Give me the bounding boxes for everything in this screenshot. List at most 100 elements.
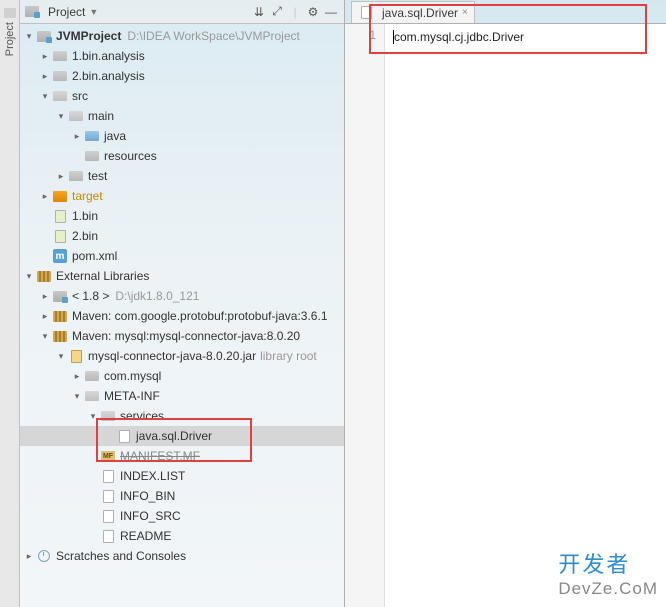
tree-item-label: Maven: mysql:mysql-connector-java:8.0.20 [72, 329, 300, 343]
tree-item-metainf[interactable]: ▾ META-INF [20, 386, 344, 406]
scratches-and-consoles[interactable]: ▸ Scratches and Consoles [20, 546, 344, 566]
tree-item[interactable]: ▸ 1.bin.analysis [20, 46, 344, 66]
tree-item-label: test [88, 169, 107, 183]
project-panel-header: Project ▼ ⇊ ⤢ | ⚙ — [20, 0, 344, 24]
tree-item-main[interactable]: ▾ main [20, 106, 344, 126]
folder-icon [84, 388, 100, 404]
tree-item-pom[interactable]: ▸ m pom.xml [20, 246, 344, 266]
tree-item-test[interactable]: ▸ test [20, 166, 344, 186]
tree-item-services[interactable]: ▾ services [20, 406, 344, 426]
jdk-path: D:\jdk1.8.0_121 [115, 289, 199, 303]
jar-label: mysql-connector-java-8.0.20.jar [88, 349, 256, 363]
tree-item-label: 2.bin.analysis [72, 69, 145, 83]
tree-item-label: 1.bin.analysis [72, 49, 145, 63]
tree-item-java[interactable]: ▸ java [20, 126, 344, 146]
maven-icon: m [52, 248, 68, 264]
dropdown-arrow-icon[interactable]: ▼ [89, 7, 98, 17]
chevron-down-icon[interactable]: ▾ [88, 411, 98, 421]
tree-item[interactable]: ▸ com.mysql [20, 366, 344, 386]
tree-item-label: com.mysql [104, 369, 161, 383]
editor-code[interactable]: com.mysql.cj.jdbc.Driver [385, 24, 666, 607]
hide-icon[interactable]: — [322, 3, 340, 21]
tree-item-label: INDEX.LIST [120, 469, 185, 483]
chevron-down-icon[interactable]: ▾ [40, 331, 50, 341]
locate-icon[interactable]: ⇊ [250, 3, 268, 21]
project-root-path: D:\IDEA WorkSpace\JVMProject [127, 29, 300, 43]
project-panel: Project ▼ ⇊ ⤢ | ⚙ — ▾ JVMProject D:\IDEA… [20, 0, 345, 607]
tree-item[interactable]: ▾ Maven: mysql:mysql-connector-java:8.0.… [20, 326, 344, 346]
project-stripe-icon [4, 8, 16, 18]
folder-icon [52, 68, 68, 84]
tree-item-label: java.sql.Driver [136, 429, 212, 443]
tree-item-label: 1.bin [72, 209, 98, 223]
project-tool-window-tab[interactable]: Project [0, 0, 20, 607]
tree-item-target[interactable]: ▸ target [20, 186, 344, 206]
chevron-down-icon[interactable]: ▾ [72, 391, 82, 401]
chevron-right-icon[interactable]: ▸ [72, 371, 82, 381]
tree-item-label: 2.bin [72, 229, 98, 243]
tree-item-label: resources [104, 149, 157, 163]
tree-item-label: src [72, 89, 88, 103]
tree-item-jdk[interactable]: ▸ < 1.8 > D:\jdk1.8.0_121 [20, 286, 344, 306]
chevron-down-icon[interactable]: ▾ [56, 111, 66, 121]
file-icon [52, 208, 68, 224]
chevron-right-icon[interactable]: ▸ [40, 311, 50, 321]
tree-item[interactable]: ▸ 2.bin.analysis [20, 66, 344, 86]
chevron-right-icon[interactable]: ▸ [56, 171, 66, 181]
chevron-right-icon[interactable]: ▸ [72, 131, 82, 141]
tree-item[interactable]: ▸ INFO_BIN [20, 486, 344, 506]
chevron-down-icon[interactable]: ▾ [56, 351, 66, 361]
external-libraries[interactable]: ▾ External Libraries [20, 266, 344, 286]
chevron-right-icon[interactable]: ▸ [40, 191, 50, 201]
tree-item-resources[interactable]: ▸ resources [20, 146, 344, 166]
libraries-icon [36, 268, 52, 284]
chevron-right-icon[interactable]: ▸ [40, 71, 50, 81]
tree-item-driver-file[interactable]: ▸ java.sql.Driver [20, 426, 344, 446]
chevron-right-icon[interactable]: ▸ [24, 551, 34, 561]
editor-tab[interactable]: java.sql.Driver × [351, 1, 475, 23]
tree-item-label: META-INF [104, 389, 160, 403]
folder-icon [52, 188, 68, 204]
chevron-down-icon[interactable]: ▾ [24, 271, 34, 281]
tree-item-label: INFO_SRC [120, 509, 181, 523]
line-number: 1 [345, 28, 376, 42]
folder-icon [68, 168, 84, 184]
file-icon [116, 428, 132, 444]
chevron-right-icon[interactable]: ▸ [40, 51, 50, 61]
project-view-icon [24, 4, 40, 20]
chevron-down-icon[interactable]: ▾ [24, 31, 34, 41]
folder-icon [52, 88, 68, 104]
file-icon [100, 528, 116, 544]
jar-icon [68, 348, 84, 364]
expand-all-icon[interactable]: ⤢ [268, 3, 286, 21]
tree-item-label: services [120, 409, 164, 423]
tree-item-label: target [72, 189, 103, 203]
tree-item[interactable]: ▸ 2.bin [20, 226, 344, 246]
module-icon [36, 28, 52, 44]
close-icon[interactable]: × [462, 7, 468, 18]
chevron-down-icon[interactable]: ▾ [40, 91, 50, 101]
project-tree[interactable]: ▾ JVMProject D:\IDEA WorkSpace\JVMProjec… [20, 24, 344, 607]
project-root[interactable]: ▾ JVMProject D:\IDEA WorkSpace\JVMProjec… [20, 26, 344, 46]
tree-item-src[interactable]: ▾ src [20, 86, 344, 106]
file-icon [358, 5, 374, 21]
tree-item-label: main [88, 109, 114, 123]
file-icon [100, 468, 116, 484]
tree-item[interactable]: ▸ README [20, 526, 344, 546]
tree-item[interactable]: ▸ MF MANIFEST.MF [20, 446, 344, 466]
scratches-icon [36, 548, 52, 564]
code-line[interactable]: com.mysql.cj.jdbc.Driver [393, 28, 658, 46]
tree-item[interactable]: ▸ 1.bin [20, 206, 344, 226]
tree-item[interactable]: ▸ Maven: com.google.protobuf:protobuf-ja… [20, 306, 344, 326]
chevron-right-icon[interactable]: ▸ [40, 291, 50, 301]
folder-icon [84, 148, 100, 164]
tree-item-jar[interactable]: ▾ mysql-connector-java-8.0.20.jar librar… [20, 346, 344, 366]
editor-body[interactable]: 1 com.mysql.cj.jdbc.Driver [345, 24, 666, 607]
file-icon [100, 508, 116, 524]
tree-item-label: java [104, 129, 126, 143]
gear-icon[interactable]: ⚙ [304, 3, 322, 21]
tree-item[interactable]: ▸ INDEX.LIST [20, 466, 344, 486]
jdk-label: < 1.8 > [72, 289, 109, 303]
tree-item[interactable]: ▸ INFO_SRC [20, 506, 344, 526]
libraries-icon [52, 328, 68, 344]
